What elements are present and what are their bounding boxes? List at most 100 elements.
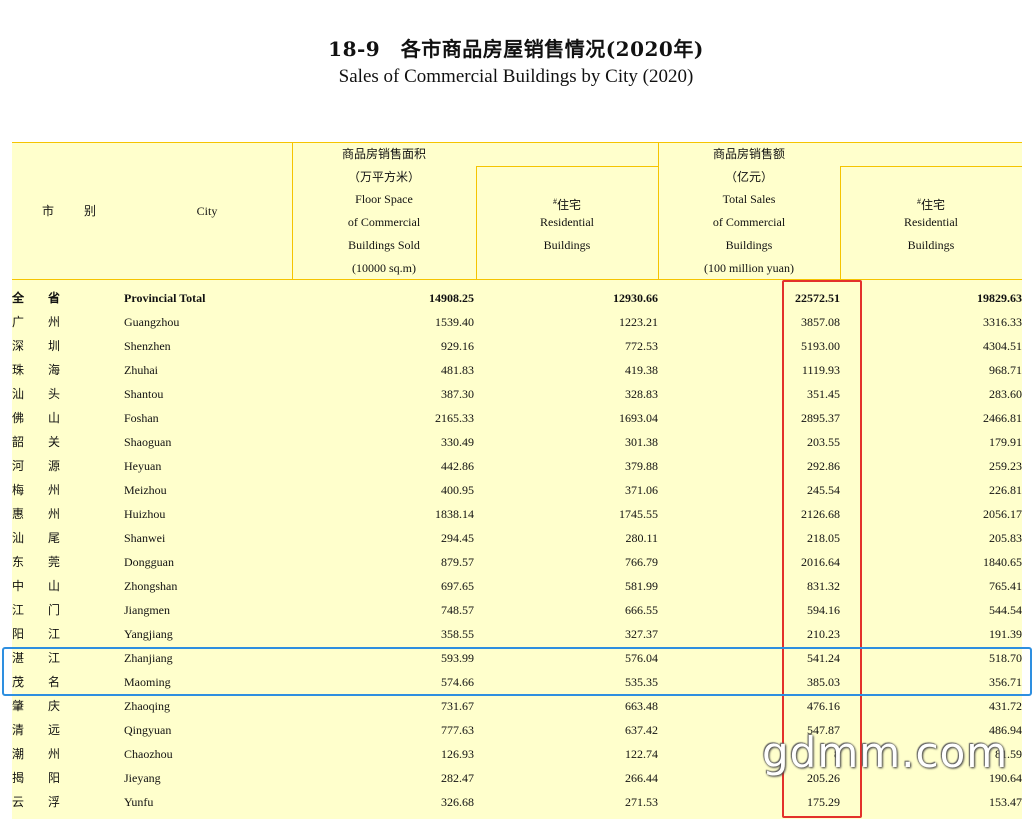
table-row: 惠州 Huizhou 1838.14 1745.55 2126.68 2056.17 — [12, 502, 1022, 526]
floor-residential-value: 581.99 — [625, 579, 658, 593]
city-name-cn: 广州 — [12, 315, 85, 329]
table-row: 佛山 Foshan 2165.33 1693.04 2895.37 2466.81 — [12, 406, 1022, 430]
sales-table: 市 别 City 商品房销售面积 （万平方米） Floor Space of C… — [12, 142, 1022, 819]
city-name-cn: 潮州 — [12, 747, 85, 761]
floor-residential-value: 371.06 — [625, 483, 658, 497]
city-name-en: Dongguan — [124, 555, 174, 569]
floor-space-value: 282.47 — [441, 771, 474, 785]
header-sales-en-3: Buildings — [725, 238, 773, 252]
table-top-rule — [12, 142, 1022, 143]
table-row: 河源 Heyuan 442.86 379.88 292.86 259.23 — [12, 454, 1022, 478]
floor-space-value: 330.49 — [441, 435, 474, 449]
floor-space-value: 442.86 — [441, 459, 474, 473]
floor-residential-value: 266.44 — [625, 771, 658, 785]
header-res-floor-en-1: Residential — [540, 215, 594, 229]
page-title-cn: 18-9 各市商品房屋销售情况(2020年) — [328, 37, 704, 61]
header-city-cn: 市 别 — [41, 204, 98, 218]
header-floor-unit-en: (10000 sq.m) — [352, 261, 416, 275]
city-name-en: Shenzhen — [124, 339, 171, 353]
sales-residential-value: 3316.33 — [983, 315, 1022, 329]
city-name-en: Provincial Total — [124, 291, 206, 305]
floor-space-value: 126.93 — [441, 747, 474, 761]
sales-residential-value: 2466.81 — [983, 411, 1022, 425]
header-floor-en-1: Floor Space — [355, 192, 413, 206]
floor-residential-value: 766.79 — [625, 555, 658, 569]
sales-residential-value: 2056.17 — [983, 507, 1022, 521]
sales-residential-value: 431.72 — [989, 699, 1022, 713]
floor-space-value: 697.65 — [441, 579, 474, 593]
sales-residential-value: 283.60 — [989, 387, 1022, 401]
city-name-en: Zhuhai — [124, 363, 158, 377]
table-row: 韶关 Shaoguan 330.49 301.38 203.55 179.91 — [12, 430, 1022, 454]
header-sales-en-1: Total Sales — [722, 192, 776, 206]
sales-residential-value: 153.47 — [989, 795, 1022, 809]
floor-residential-value: 419.38 — [625, 363, 658, 377]
header-sales-unit-cn: （亿元） — [724, 170, 773, 184]
floor-space-value: 387.30 — [441, 387, 474, 401]
city-name-cn: 惠州 — [12, 507, 85, 521]
city-name-cn: 全省 — [12, 291, 85, 305]
city-name-cn: 梅州 — [12, 483, 85, 497]
floor-residential-value: 772.53 — [625, 339, 658, 353]
header-divider — [476, 166, 658, 167]
city-name-cn: 汕头 — [12, 387, 85, 401]
city-name-en: Zhaoqing — [124, 699, 170, 713]
city-name-en: Chaozhou — [124, 747, 173, 761]
city-name-en: Jieyang — [124, 771, 161, 785]
page-title-en: Sales of Commercial Buildings by City (2… — [338, 66, 694, 87]
city-name-en: Shantou — [124, 387, 164, 401]
city-name-cn: 佛山 — [12, 411, 85, 425]
header-floor-cn: 商品房销售面积 — [341, 147, 426, 161]
floor-space-value: 481.83 — [441, 363, 474, 377]
sales-residential-value: 544.54 — [989, 603, 1022, 617]
city-name-en: Shaoguan — [124, 435, 172, 449]
city-name-en: Qingyuan — [124, 723, 172, 737]
floor-residential-value: 1693.04 — [619, 411, 658, 425]
table-row: 肇庆 Zhaoqing 731.67 663.48 476.16 431.72 — [12, 694, 1022, 718]
header-floor-en-3: Buildings Sold — [348, 238, 420, 252]
floor-residential-value: 301.38 — [625, 435, 658, 449]
header-sales-en-2: of Commercial — [712, 215, 786, 229]
city-name-cn: 江门 — [12, 603, 85, 617]
table-row-total: 全省 Provincial Total 14908.25 12930.66 22572.… — [12, 286, 1022, 310]
floor-residential-value: 328.83 — [625, 387, 658, 401]
floor-space-value: 400.95 — [441, 483, 474, 497]
city-name-cn: 云浮 — [12, 795, 85, 809]
floor-residential-value: 663.48 — [625, 699, 658, 713]
header-divider — [840, 166, 1022, 167]
sales-residential-value: 205.83 — [989, 531, 1022, 545]
floor-residential-value: 379.88 — [625, 459, 658, 473]
header-sales-cn: 商品房销售额 — [712, 147, 785, 161]
table-row: 珠海 Zhuhai 481.83 419.38 1119.93 968.71 — [12, 358, 1022, 382]
floor-space-value: 1838.14 — [435, 507, 474, 521]
table-row: 广州 Guangzhou 1539.40 1223.21 3857.08 3316.33 — [12, 310, 1022, 334]
floor-residential-value: 271.53 — [625, 795, 658, 809]
floor-space-value: 1539.40 — [435, 315, 474, 329]
table-row: 阳江 Yangjiang 358.55 327.37 210.23 191.39 — [12, 622, 1022, 646]
sales-residential-value: 191.39 — [989, 627, 1022, 641]
sales-residential-value: 259.23 — [989, 459, 1022, 473]
table-row: 云浮 Yunfu 326.68 271.53 175.29 153.47 — [12, 790, 1022, 814]
floor-space-value: 929.16 — [441, 339, 474, 353]
sales-residential-value: 968.71 — [989, 363, 1022, 377]
floor-space-value: 879.57 — [441, 555, 474, 569]
floor-space-value: 294.45 — [441, 531, 474, 545]
highlight-zhanjiang-maoming — [2, 647, 1032, 696]
city-name-en: Yunfu — [124, 795, 154, 809]
header-sales-unit-en: (100 million yuan) — [704, 261, 794, 275]
city-name-cn: 韶关 — [12, 435, 85, 449]
table-row: 汕头 Shantou 387.30 328.83 351.45 283.60 — [12, 382, 1022, 406]
floor-residential-value: 1223.21 — [619, 315, 658, 329]
floor-space-value: 326.68 — [441, 795, 474, 809]
city-name-en: Shanwei — [124, 531, 166, 545]
sales-residential-value: 19829.63 — [977, 291, 1022, 305]
city-name-en: Heyuan — [124, 459, 162, 473]
table-row: 汕尾 Shanwei 294.45 280.11 218.05 205.83 — [12, 526, 1022, 550]
city-name-cn: 中山 — [12, 579, 85, 593]
table-row: 深圳 Shenzhen 929.16 772.53 5193.00 4304.51 — [12, 334, 1022, 358]
header-city-en: City — [196, 204, 218, 218]
city-name-en: Meizhou — [124, 483, 167, 497]
table-row: 中山 Zhongshan 697.65 581.99 831.32 765.41 — [12, 574, 1022, 598]
city-name-cn: 河源 — [12, 459, 85, 473]
city-name-cn: 深圳 — [12, 339, 85, 353]
